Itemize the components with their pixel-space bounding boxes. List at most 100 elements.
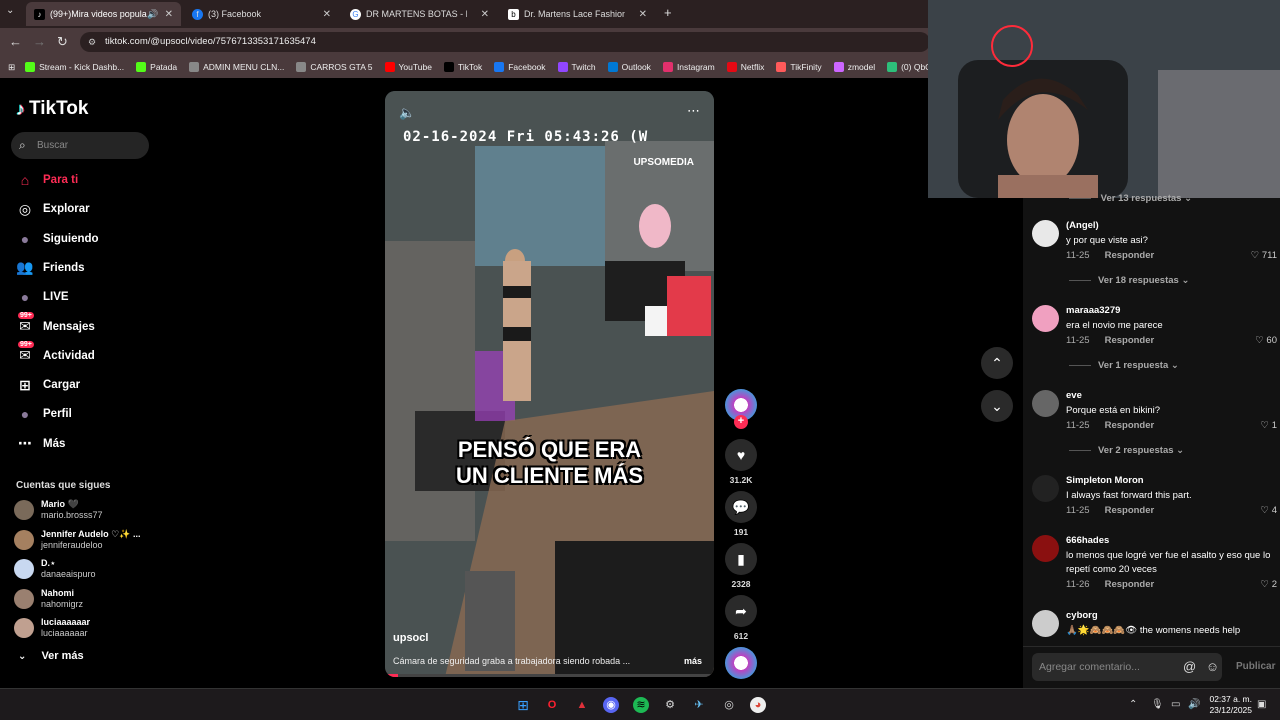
comment-username[interactable]: cyborg: [1066, 610, 1098, 621]
windows-start-icon[interactable]: ⊞: [515, 697, 531, 713]
bookmark-item[interactable]: Patada: [136, 62, 177, 72]
previous-video-button[interactable]: ⌃: [981, 347, 1013, 379]
next-video-button[interactable]: ⌄: [981, 390, 1013, 422]
following-account[interactable]: Mario 🖤 mario.brosss77: [14, 499, 103, 521]
comment-username[interactable]: eve: [1066, 390, 1082, 401]
bookmark-item[interactable]: YouTube: [384, 62, 432, 72]
tray-chevron-icon[interactable]: ⌃: [1129, 699, 1137, 710]
comment-username[interactable]: (Angel): [1066, 220, 1099, 231]
mention-icon[interactable]: @: [1183, 659, 1196, 674]
reply-button[interactable]: Responder: [1105, 420, 1155, 431]
reply-button[interactable]: Responder: [1105, 335, 1155, 346]
notifications-icon[interactable]: ▣: [1257, 699, 1266, 710]
avatar[interactable]: [1032, 535, 1059, 562]
tab-search-icon[interactable]: ⌄: [6, 5, 14, 16]
nav-item[interactable]: ◎ Explorar: [16, 200, 90, 218]
nav-item[interactable]: ● Siguiendo: [16, 230, 99, 248]
system-clock[interactable]: 02:37 a. m. 23/12/2025: [1209, 694, 1252, 716]
back-icon[interactable]: ←: [9, 34, 22, 49]
reply-button[interactable]: Responder: [1105, 250, 1155, 261]
discord-icon[interactable]: ◉: [603, 697, 619, 713]
bookmark-item[interactable]: Stream - Kick Dashb...: [25, 62, 124, 72]
bookmark-item[interactable]: Instagram: [662, 62, 715, 72]
video-player[interactable]: 🔈 ⋯ 02-16-2024 Fri 05:43:26 (W UPSOMEDIA…: [385, 91, 714, 677]
volume-tray-icon[interactable]: 🔊: [1188, 699, 1200, 710]
volume-icon[interactable]: 🔈: [399, 105, 415, 121]
comment-like-button[interactable]: ♡ 60: [1255, 335, 1277, 346]
video-progress-bar[interactable]: [385, 674, 714, 677]
nav-item[interactable]: ✉ 99+ Actividad: [16, 340, 95, 365]
save-button[interactable]: ▮ 2328: [725, 543, 757, 589]
bookmark-item[interactable]: TikFinity: [776, 62, 822, 72]
search-input[interactable]: ⌕ Buscar: [11, 132, 149, 159]
bookmark-item[interactable]: Facebook: [494, 62, 546, 72]
avatar[interactable]: [1032, 390, 1059, 417]
reply-button[interactable]: Responder: [1105, 505, 1155, 516]
bookmark-item[interactable]: Outlook: [607, 62, 651, 72]
bookmark-item[interactable]: CARROS GTA 5: [296, 62, 373, 72]
view-replies-link[interactable]: Ver 13 respuestas ⌄: [1069, 193, 1192, 204]
view-replies-link[interactable]: Ver 18 respuestas ⌄: [1069, 275, 1189, 286]
avatar[interactable]: [1032, 220, 1059, 247]
view-replies-link[interactable]: Ver 1 respuesta ⌄: [1069, 360, 1179, 371]
sound-disc-button[interactable]: [725, 647, 757, 679]
forward-icon[interactable]: →: [33, 34, 46, 49]
nav-item[interactable]: ● Perfil: [16, 405, 72, 423]
comment-like-button[interactable]: ♡ 1: [1261, 420, 1277, 431]
share-button[interactable]: ➦ 612: [725, 595, 757, 641]
nav-item[interactable]: ✉ 99+ Mensajes: [16, 311, 95, 336]
opera-icon[interactable]: O: [544, 697, 560, 713]
close-icon[interactable]: ✕: [639, 9, 647, 20]
steam-icon[interactable]: ✈: [691, 697, 707, 713]
reply-button[interactable]: Responder: [1105, 579, 1155, 590]
tab-facebook[interactable]: f (3) Facebook ✕: [184, 2, 339, 26]
tab-google[interactable]: G DR MARTENS BOTAS - Buscar c ✕: [342, 2, 497, 26]
comment-like-button[interactable]: ♡ 2: [1261, 579, 1277, 590]
bookmark-item[interactable]: Twitch: [557, 62, 596, 72]
close-icon[interactable]: ✕: [481, 9, 489, 20]
settings-icon[interactable]: ⚙: [662, 697, 678, 713]
description-more-link[interactable]: más: [684, 656, 702, 666]
comment-username[interactable]: 666hades: [1066, 535, 1109, 546]
avatar[interactable]: [1032, 610, 1059, 637]
app-a-icon[interactable]: ▲: [574, 697, 590, 713]
following-account[interactable]: Jennifer Audelo ♡✨ ... jenniferaudeloo: [14, 529, 140, 551]
nav-item[interactable]: 👥 Friends: [16, 259, 84, 277]
tiktok-logo[interactable]: ♪ TikTok: [16, 98, 88, 120]
more-options-icon[interactable]: ⋯: [687, 103, 700, 119]
apps-grid-icon[interactable]: ⊞: [8, 62, 15, 73]
avatar[interactable]: [1032, 305, 1059, 332]
reload-icon[interactable]: ↻: [57, 34, 68, 50]
emoji-icon[interactable]: ☺: [1206, 659, 1219, 674]
avatar[interactable]: [1032, 475, 1059, 502]
following-account[interactable]: Nahomi nahomigrz: [14, 588, 83, 610]
video-author[interactable]: upsocl: [393, 632, 428, 644]
following-account[interactable]: luciaaaaaar luciaaaaaar: [14, 617, 90, 639]
bookmark-item[interactable]: (0) QbCore - Res: [887, 62, 928, 72]
bookmark-item[interactable]: ADMIN MENU CLN...: [189, 62, 284, 72]
tab-drmartens[interactable]: b Dr. Martens Lace Fashion Boot ✕: [500, 2, 655, 26]
nav-item[interactable]: ● LIVE: [16, 288, 69, 306]
obs-icon[interactable]: ◎: [721, 697, 737, 713]
comment-button[interactable]: 💬 191: [725, 491, 757, 537]
url-field[interactable]: ⚙ tiktok.com/@upsocl/video/7576713353171…: [80, 32, 930, 52]
tab-tiktok[interactable]: ♪ (99+)Mira videos populares 🔊 ✕: [26, 2, 181, 26]
close-icon[interactable]: ✕: [165, 9, 173, 20]
bookmark-item[interactable]: TikTok: [443, 62, 482, 72]
close-icon[interactable]: ✕: [323, 9, 331, 20]
publish-button[interactable]: Publicar: [1236, 661, 1275, 672]
new-tab-button[interactable]: +: [664, 5, 672, 20]
network-icon[interactable]: ▭: [1171, 699, 1180, 710]
creator-avatar-button[interactable]: +: [725, 389, 757, 429]
view-replies-link[interactable]: Ver 2 respuestas ⌄: [1069, 445, 1184, 456]
comment-username[interactable]: maraaa3279: [1066, 305, 1120, 316]
site-info-icon[interactable]: ⚙: [88, 32, 96, 52]
speaker-icon[interactable]: 🔊: [147, 9, 158, 20]
bookmark-item[interactable]: Netflix: [726, 62, 764, 72]
bookmark-item[interactable]: zmodel: [833, 62, 875, 72]
nav-item[interactable]: ⊞ Cargar: [16, 376, 80, 394]
following-account[interactable]: D.⋆ danaeaispuro: [14, 558, 96, 580]
follow-plus-icon[interactable]: +: [734, 415, 748, 429]
nav-item[interactable]: ⋯ Más: [16, 435, 65, 453]
like-button[interactable]: ♥ 31.2K: [725, 439, 757, 485]
